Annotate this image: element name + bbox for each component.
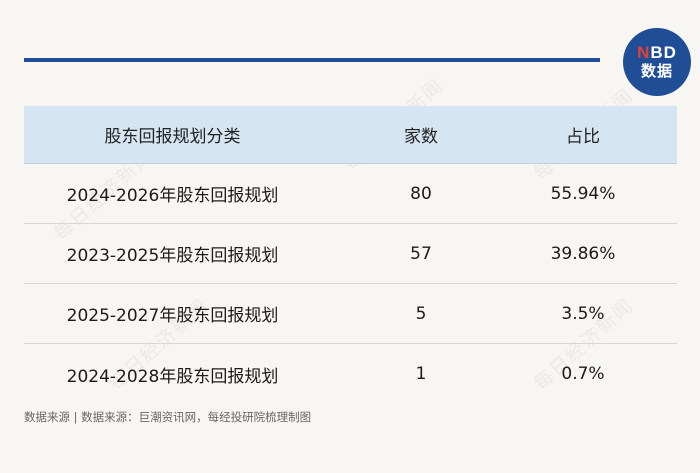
- row-share: 55.94%: [550, 183, 616, 204]
- row-count: 5: [415, 303, 427, 324]
- row-share: 39.86%: [550, 243, 616, 264]
- table-row: 2024-2026年股东回报规划 80 55.94%: [24, 164, 677, 224]
- table-row: 2025-2027年股东回报规划 5 3.5%: [24, 284, 677, 344]
- row-count: 1: [415, 364, 427, 384]
- nbd-logo: NBD 数据: [623, 28, 691, 96]
- header-share: 占比: [566, 127, 600, 147]
- data-table: 股东回报规划分类 家数 占比 2024-2026年股东回报规划 80 55.94…: [24, 106, 677, 404]
- table-row: 2024-2028年股东回报规划 1 0.7%: [24, 344, 677, 404]
- logo-wordmark: NBD: [637, 42, 677, 62]
- logo-subtitle: 数据: [640, 61, 673, 80]
- row-category: 2025-2027年股东回报规划: [66, 306, 279, 326]
- header-category: 股东回报规划分类: [104, 127, 241, 147]
- header-count: 家数: [404, 127, 438, 147]
- source-note: 数据来源 | 数据来源：巨潮资讯网，每经投研院梳理制图: [24, 410, 312, 424]
- table-row: 2023-2025年股东回报规划 57 39.86%: [24, 224, 677, 284]
- row-count: 80: [410, 183, 432, 204]
- top-rule: [24, 58, 600, 62]
- row-count: 57: [410, 243, 432, 264]
- row-category: 2024-2026年股东回报规划: [66, 186, 279, 206]
- row-category: 2023-2025年股东回报规划: [66, 246, 279, 266]
- page: 每日经济新闻 每日经济新闻 每日经济新闻 每日经济新闻 每日经济新闻 NBD 数…: [0, 0, 700, 473]
- row-share: 3.5%: [561, 303, 605, 324]
- row-category: 2024-2028年股东回报规划: [66, 366, 279, 387]
- row-share: 0.7%: [561, 364, 605, 384]
- table-header: 股东回报规划分类 家数 占比: [24, 106, 677, 164]
